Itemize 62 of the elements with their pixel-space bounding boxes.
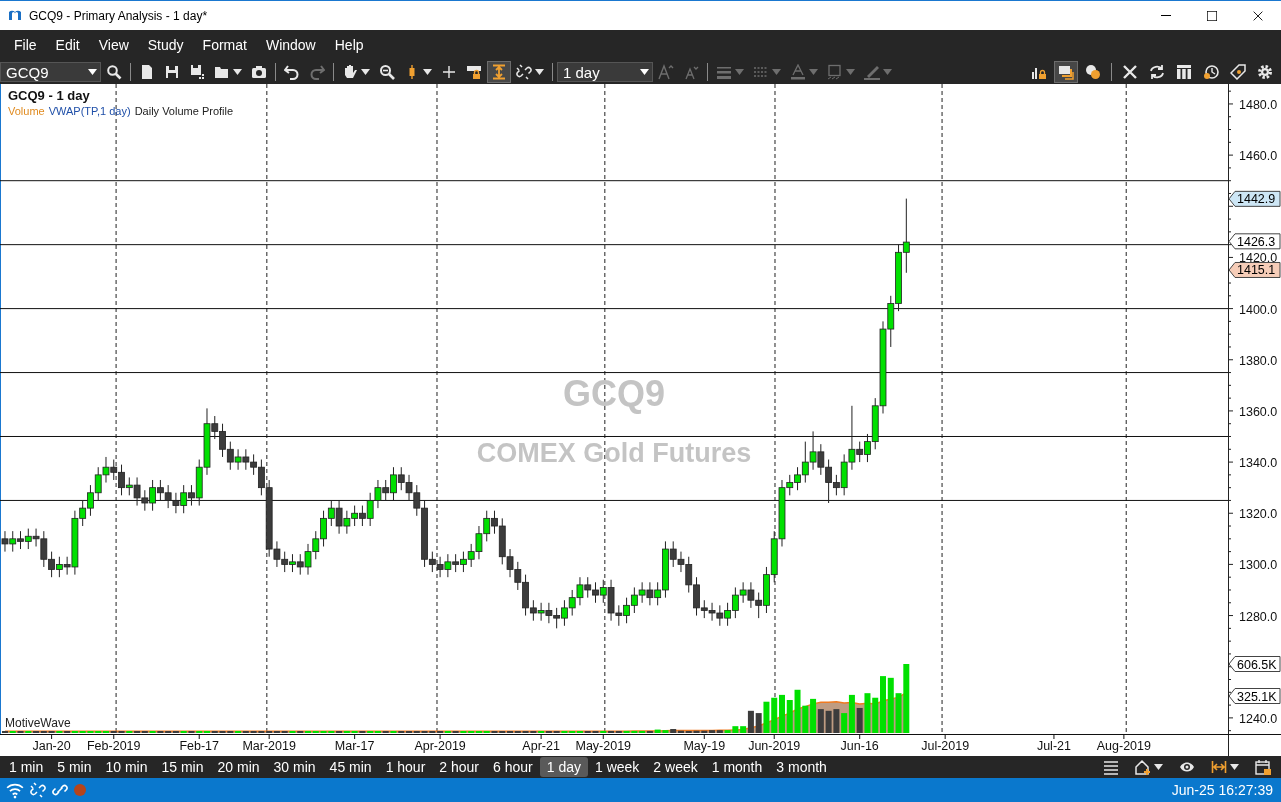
- legend-item: VWAP(TP,1 day): [48, 105, 131, 117]
- menu-item[interactable]: Format: [192, 33, 256, 57]
- date-label: Jan-20: [32, 739, 71, 753]
- date-label: Feb-2019: [87, 739, 141, 753]
- clock-time: Jun-25 16:27:39: [1171, 782, 1274, 798]
- date-label: Apr-2019: [414, 739, 466, 753]
- date-label: Jul-21: [1036, 739, 1071, 753]
- timeframe-tab[interactable]: 10 min: [98, 757, 155, 777]
- date-label: Jul-2019: [921, 739, 970, 753]
- timeframe-tab[interactable]: 5 min: [50, 757, 99, 777]
- volume-tag: 606.5K: [1228, 656, 1281, 672]
- price-tag: 1442.9: [1228, 190, 1281, 207]
- period-dropdown[interactable]: 1 day: [557, 62, 653, 82]
- menu-item[interactable]: Help: [324, 33, 373, 57]
- timeframe-tab[interactable]: 30 min: [266, 757, 323, 777]
- price-label: 1280.0: [1239, 609, 1278, 624]
- date-label: Mar-2019: [242, 739, 296, 753]
- menu-item[interactable]: Study: [137, 33, 193, 57]
- watermark-name: COMEX Gold Futures: [476, 438, 752, 468]
- date-label: May-19: [683, 739, 726, 753]
- price-tag: 1426.3: [1228, 233, 1281, 250]
- date-label: Feb-17: [179, 739, 220, 753]
- window-title: GCQ9 - Primary Analysis - 1 day*: [29, 8, 209, 23]
- menu-item[interactable]: File: [4, 33, 46, 57]
- menu-item[interactable]: View: [88, 33, 138, 57]
- price-label: 1340.0: [1239, 456, 1278, 471]
- menu-item[interactable]: Window: [255, 33, 325, 57]
- volume-tag: 325.1K: [1228, 688, 1281, 704]
- timeframe-tab[interactable]: 1 week: [588, 757, 647, 777]
- price-label: 1320.0: [1239, 507, 1278, 522]
- menu-item[interactable]: Edit: [45, 33, 89, 57]
- legend-item: Daily Volume Profile: [134, 105, 234, 117]
- legend-item: Volume: [8, 105, 45, 117]
- timeframe-tab[interactable]: 1 hour: [378, 757, 433, 777]
- timeframe-tab[interactable]: 45 min: [322, 757, 379, 777]
- timeframe-tab[interactable]: 6 hour: [486, 757, 540, 777]
- timeframe-tab[interactable]: 2 hour: [432, 757, 487, 777]
- timeframe-tab[interactable]: 1 min: [2, 757, 51, 777]
- price-label: 1460.0: [1239, 149, 1278, 164]
- price-label: 1300.0: [1239, 558, 1278, 573]
- price-tag: 1415.1: [1228, 261, 1281, 278]
- watermark-symbol: GCQ9: [563, 373, 665, 414]
- price-label: 1380.0: [1239, 353, 1278, 368]
- timeframe-tab[interactable]: 1 day: [539, 757, 588, 777]
- timeframe-tab[interactable]: 15 min: [154, 757, 211, 777]
- price-label: 1240.0: [1239, 711, 1278, 726]
- timeframe-tab[interactable]: 2 week: [646, 757, 705, 777]
- price-label: 1360.0: [1239, 404, 1278, 419]
- date-label: Aug-2019: [1096, 739, 1151, 753]
- brand-label: MotiveWave: [5, 716, 71, 730]
- chart-title: GCQ9 - 1 day: [8, 88, 91, 103]
- price-label: 1400.0: [1239, 302, 1278, 317]
- date-label: May-2019: [575, 739, 632, 753]
- timeframe-tab[interactable]: 3 month: [769, 757, 834, 777]
- symbol-dropdown[interactable]: GCQ9: [0, 62, 101, 82]
- timeframe-tab[interactable]: 1 month: [704, 757, 770, 777]
- date-label: Apr-21: [522, 739, 560, 753]
- price-label: 1480.0: [1239, 97, 1278, 112]
- date-label: Jun-2019: [748, 739, 801, 753]
- timeframe-tab[interactable]: 20 min: [210, 757, 267, 777]
- date-label: Mar-17: [334, 739, 375, 753]
- date-label: Jun-16: [840, 739, 879, 753]
